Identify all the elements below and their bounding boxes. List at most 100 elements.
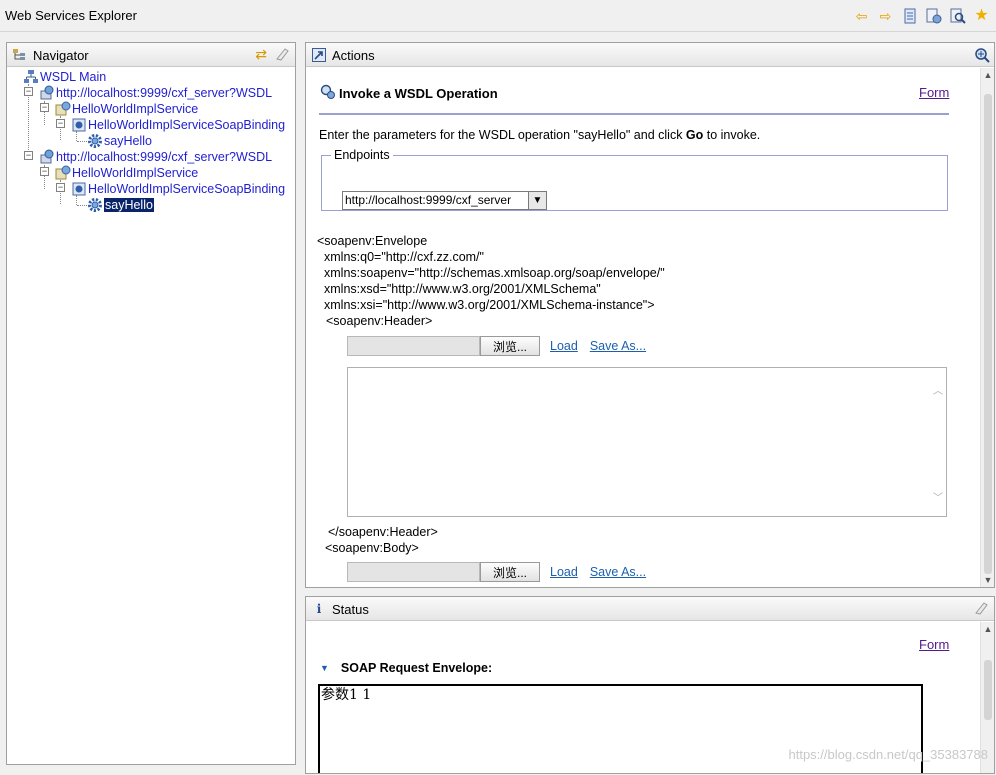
info-icon: i: [316, 602, 322, 616]
chevron-up-icon[interactable]: ︿: [933, 382, 943, 397]
form-link[interactable]: Form: [919, 85, 949, 100]
actions-content: Invoke a WSDL Operation Form Enter the p…: [306, 68, 980, 587]
toolbar: ⇦ ⇨ ★: [853, 7, 990, 24]
tree-item-operation-2-selected[interactable]: sayHello: [87, 197, 154, 213]
tree-item-label[interactable]: sayHello: [104, 134, 152, 148]
description-text: Enter the parameters for the WSDL operat…: [319, 128, 686, 142]
actions-title: Actions: [332, 48, 375, 63]
tree-item-service-1[interactable]: HelloWorldImplService: [55, 101, 198, 117]
favorites-add-icon[interactable]: [925, 7, 942, 24]
operation-gear-icon: [87, 197, 103, 213]
xml-envelope-open: <soapenv:Envelope: [317, 234, 428, 248]
invoke-icon: [320, 84, 336, 103]
tree-item-label[interactable]: sayHello: [104, 198, 154, 212]
tree-item-label[interactable]: WSDL Main: [40, 70, 106, 84]
header-file-input[interactable]: [347, 336, 480, 356]
scroll-up-icon[interactable]: ▲: [981, 70, 995, 80]
actions-header: Actions: [306, 43, 994, 67]
tree-item-label[interactable]: HelloWorldImplService: [72, 166, 198, 180]
wsdl-icon: [39, 149, 55, 165]
scroll-down-icon[interactable]: ▼: [981, 575, 995, 585]
operation-description: Enter the parameters for the WSDL operat…: [319, 128, 760, 142]
scrollbar-thumb[interactable]: [984, 94, 992, 574]
operation-heading: Invoke a WSDL Operation: [320, 84, 498, 103]
tree-item-label[interactable]: http://localhost:9999/cxf_server?WSDL: [56, 150, 272, 164]
body-browse-button[interactable]: 浏览...: [480, 562, 540, 582]
soap-request-label: SOAP Request Envelope:: [340, 661, 493, 675]
xml-header-open: <soapenv:Header>: [326, 314, 433, 328]
service-icon: [55, 165, 71, 181]
operation-heading-text: Invoke a WSDL Operation: [339, 86, 498, 101]
header-textarea[interactable]: ︿ ﹀: [347, 367, 947, 517]
binding-icon: [71, 181, 87, 197]
favorites-icon[interactable]: ★: [973, 7, 990, 24]
xml-ns-xsd: xmlns:xsd="http://www.w3.org/2001/XMLSch…: [324, 282, 601, 296]
header-browse-button[interactable]: 浏览...: [480, 336, 540, 356]
header-save-as-link[interactable]: Save As...: [590, 339, 646, 353]
tree-item-binding-2[interactable]: HelloWorldImplServiceSoapBinding: [71, 181, 285, 197]
scrollbar-thumb[interactable]: [984, 660, 992, 720]
forward-icon[interactable]: ⇨: [877, 7, 894, 24]
xml-ns-q0: xmlns:q0="http://cxf.zz.com/": [324, 250, 484, 264]
status-form-link[interactable]: Form: [919, 637, 949, 652]
chevron-down-icon[interactable]: ▼: [528, 192, 546, 209]
tree-item-label[interactable]: HelloWorldImplServiceSoapBinding: [88, 182, 285, 196]
tree-item-operation-1[interactable]: sayHello: [87, 133, 152, 149]
wsdl-main-icon: [23, 69, 39, 85]
window-titlebar: Web Services Explorer ⇦ ⇨ ★: [0, 0, 996, 32]
binding-icon: [71, 117, 87, 133]
heading-divider: [319, 113, 949, 115]
tree-item-wsdl-main[interactable]: WSDL Main: [23, 69, 106, 85]
window-title: Web Services Explorer: [5, 8, 137, 23]
watermark: https://blog.csdn.net/qq_35383788: [788, 747, 989, 762]
tree-item-label[interactable]: HelloWorldImplServiceSoapBinding: [88, 118, 285, 132]
wsdl-search-icon[interactable]: [974, 47, 990, 66]
clear-icon[interactable]: [275, 47, 289, 64]
collapse-toggle[interactable]: −: [24, 87, 33, 96]
actions-scrollbar[interactable]: ▲ ▼: [980, 68, 994, 587]
status-title: Status: [332, 602, 369, 617]
header-load-link[interactable]: Load: [550, 339, 578, 353]
wsdl-search-icon[interactable]: [949, 7, 966, 24]
triangle-down-icon[interactable]: ▼: [320, 663, 329, 673]
tree-item-wsdl-2[interactable]: http://localhost:9999/cxf_server?WSDL: [39, 149, 272, 165]
history-icon[interactable]: [901, 7, 918, 24]
endpoints-legend: Endpoints: [334, 148, 390, 162]
body-load-link[interactable]: Load: [550, 565, 578, 579]
refresh-icon[interactable]: ⇄: [255, 47, 267, 64]
status-header: i Status: [306, 597, 994, 621]
navigator-panel: Navigator ⇄ WSDL Main − http://localhost…: [6, 42, 296, 765]
header-file-row: 浏览... Load Save As...: [347, 336, 646, 356]
endpoints-group: Endpoints http://localhost:9999/cxf_serv…: [321, 148, 948, 211]
collapse-toggle[interactable]: −: [40, 167, 49, 176]
tree-item-label[interactable]: HelloWorldImplService: [72, 102, 198, 116]
body-file-input[interactable]: [347, 562, 480, 582]
xml-header-close: </soapenv:Header>: [328, 525, 438, 539]
operation-gear-icon: [87, 133, 103, 149]
body-save-as-link[interactable]: Save As...: [590, 565, 646, 579]
body-file-row: 浏览... Load Save As...: [347, 562, 646, 582]
collapse-toggle[interactable]: −: [56, 119, 65, 128]
xml-ns-soapenv: xmlns:soapenv="http://schemas.xmlsoap.or…: [324, 266, 665, 280]
wsdl-icon: [39, 85, 55, 101]
collapse-toggle[interactable]: −: [56, 183, 65, 192]
tree-item-service-2[interactable]: HelloWorldImplService: [55, 165, 198, 181]
tree-item-label[interactable]: http://localhost:9999/cxf_server?WSDL: [56, 86, 272, 100]
actions-panel: Actions Invoke a WSDL Operation Form Ent…: [305, 42, 995, 588]
soap-request-toggle[interactable]: ▼ SOAP Request Envelope:: [320, 661, 492, 675]
collapse-toggle[interactable]: −: [24, 151, 33, 160]
scroll-up-icon[interactable]: ▲: [981, 624, 995, 634]
tree-item-binding-1[interactable]: HelloWorldImplServiceSoapBinding: [71, 117, 285, 133]
navigator-header: Navigator ⇄: [7, 43, 295, 67]
clear-icon[interactable]: [974, 601, 988, 618]
navigator-icon: [13, 48, 27, 62]
back-icon[interactable]: ⇦: [853, 7, 870, 24]
xml-body-open: <soapenv:Body>: [325, 541, 419, 555]
service-icon: [55, 101, 71, 117]
chevron-down-icon[interactable]: ﹀: [933, 489, 943, 504]
collapse-toggle[interactable]: −: [40, 103, 49, 112]
endpoint-select[interactable]: http://localhost:9999/cxf_server ▼: [342, 191, 547, 210]
xml-ns-xsi: xmlns:xsi="http://www.w3.org/2001/XMLSch…: [324, 298, 655, 312]
tree-item-wsdl-1[interactable]: http://localhost:9999/cxf_server?WSDL: [39, 85, 272, 101]
description-text-end: to invoke.: [703, 128, 761, 142]
